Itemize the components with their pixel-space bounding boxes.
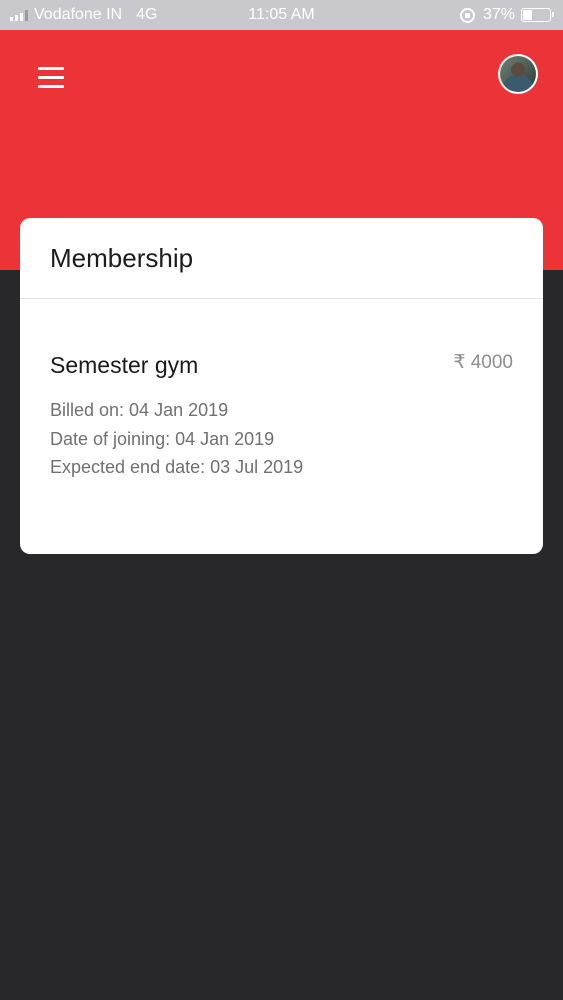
- card-title: Membership: [50, 243, 194, 273]
- user-avatar[interactable]: [498, 54, 538, 94]
- battery-percentage: 37%: [482, 6, 515, 23]
- hamburger-menu-icon[interactable]: [38, 67, 64, 88]
- billed-on-text: Billed on: 04 Jan 2019: [50, 400, 229, 420]
- status-bar: Vodafone IN 4G 11:05 AM 37%: [0, 0, 563, 30]
- end-date-text: Expected end date: 03 Jul 2019: [50, 457, 304, 477]
- battery-level-fill: [523, 10, 532, 20]
- avatar-image: [500, 56, 536, 92]
- orientation-lock-icon: [459, 7, 475, 23]
- menu-line: [38, 76, 64, 79]
- joining-date-text: Date of joining: 04 Jan 2019: [50, 428, 275, 449]
- membership-card: Membership Semester gym ₹ 4000 Billed on…: [20, 218, 543, 554]
- plan-details: Billed on: 04 Jan 2019 Date of joining: …: [50, 396, 303, 482]
- status-right: 37%: [459, 6, 554, 24]
- card-divider: [20, 298, 543, 299]
- plan-price: ₹ 4000: [453, 352, 513, 373]
- toolbar: [0, 30, 563, 124]
- battery-icon: [521, 8, 554, 22]
- menu-line: [38, 85, 64, 88]
- plan-name: Semester gym: [50, 352, 199, 378]
- menu-line: [38, 67, 64, 70]
